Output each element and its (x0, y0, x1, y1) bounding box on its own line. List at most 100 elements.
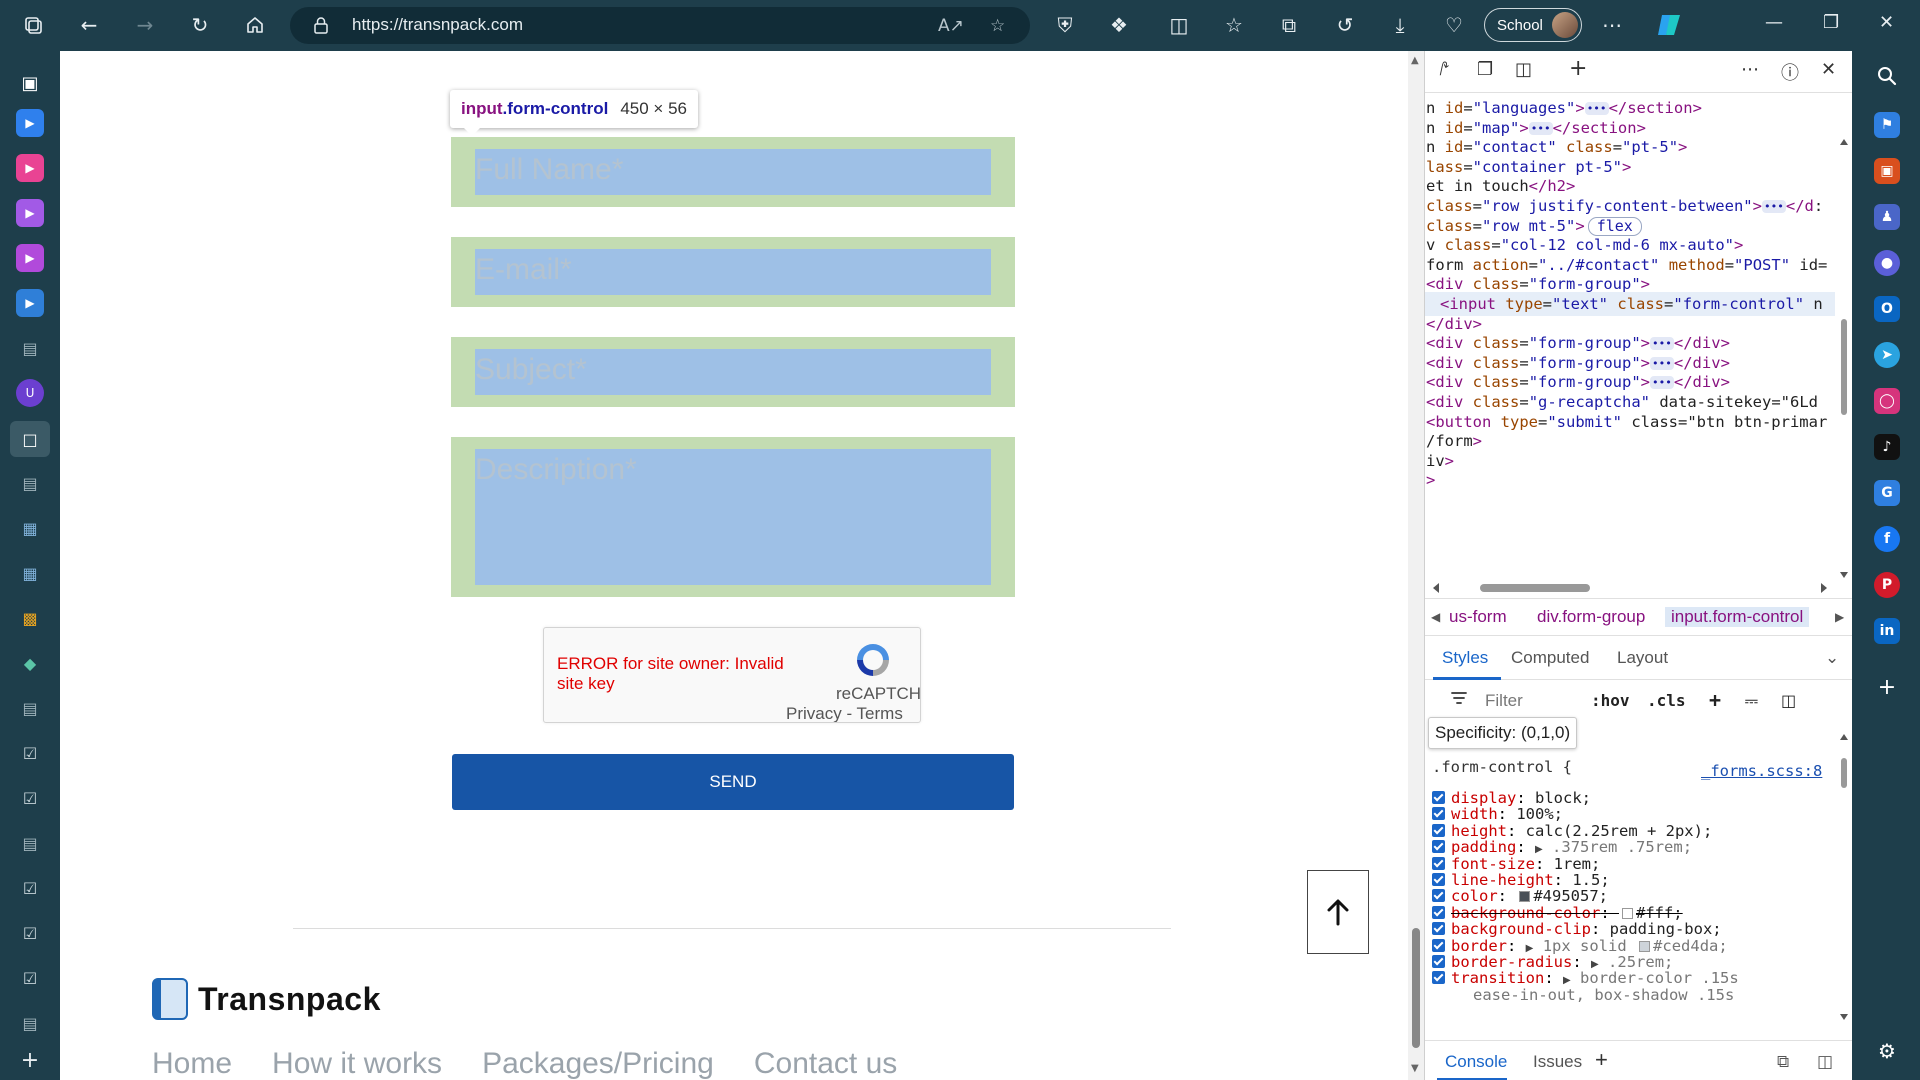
tab-layout[interactable]: Layout (1617, 648, 1668, 668)
split-screen-icon[interactable]: ◫ (1164, 10, 1194, 40)
breadcrumb-item[interactable]: us-form (1449, 607, 1507, 627)
sidebar-panel-icon[interactable]: ▣ (16, 69, 44, 97)
send-button[interactable]: SEND (452, 754, 1014, 810)
cls-toggle[interactable]: .cls (1647, 691, 1686, 710)
new-tab-icon[interactable]: + (16, 1046, 44, 1074)
inspect-element-icon[interactable]: ⭚ (1439, 59, 1449, 80)
read-aloud-icon[interactable]: A↗ (938, 16, 964, 36)
collapsed-node-ellipsis[interactable]: ••• (1650, 337, 1674, 351)
declaration-checkbox[interactable] (1432, 873, 1445, 886)
facebook-icon[interactable]: f (1874, 526, 1900, 552)
more-menu-icon[interactable]: ⋯ (1597, 10, 1627, 40)
tab-console[interactable]: Console (1445, 1052, 1507, 1072)
hov-toggle[interactable]: :hov (1591, 691, 1630, 710)
address-bar[interactable]: https://transnpack.com A↗ ☆ (290, 7, 1030, 44)
forward-icon[interactable]: → (130, 10, 160, 40)
tab-video-1-icon[interactable]: ▶ (16, 109, 44, 137)
add-sidebar-app-icon[interactable]: + (1874, 674, 1900, 700)
subject-input[interactable]: Subject* (451, 337, 1015, 407)
profile-button[interactable]: School (1484, 8, 1582, 42)
collapsed-node-ellipsis[interactable]: ••• (1761, 200, 1786, 213)
declaration-checkbox[interactable] (1432, 823, 1445, 837)
tab-page-2-icon[interactable]: ▤ (16, 469, 44, 497)
pinterest-icon[interactable]: P (1874, 572, 1900, 598)
breadcrumb-item[interactable]: div.form-group (1537, 607, 1645, 627)
games-icon[interactable]: ♟ (1874, 204, 1900, 230)
tab-video-4-icon[interactable]: ▶ (16, 244, 44, 272)
lock-icon[interactable] (312, 16, 330, 34)
settings-gear-icon[interactable]: ⚙ (1874, 1038, 1900, 1064)
dom-node-selected[interactable]: <input type="text" class="form-control" … (1425, 292, 1835, 316)
breadcrumb-item-current[interactable]: input.form-control (1665, 607, 1810, 627)
declaration-checkbox[interactable] (1432, 971, 1445, 985)
back-icon[interactable]: ← (74, 10, 104, 40)
favorite-star-icon[interactable]: ☆ (990, 16, 1005, 36)
tab-issues[interactable]: Issues (1533, 1052, 1582, 1072)
collapsed-node-ellipsis[interactable]: ••• (1650, 376, 1674, 390)
tab-page-icon[interactable]: ▤ (16, 334, 44, 362)
instagram-icon[interactable]: ◯ (1874, 388, 1900, 414)
declaration-checkbox[interactable] (1432, 856, 1445, 870)
outlook-icon[interactable]: O (1874, 296, 1900, 322)
telegram-icon[interactable]: ➤ (1874, 342, 1900, 368)
rule-source-link[interactable]: _forms.scss:8 (1701, 762, 1822, 780)
tab-active-doc-icon[interactable]: □ (10, 421, 50, 457)
linkedin-icon[interactable]: in (1874, 618, 1900, 644)
extensions-icon[interactable]: ❖ (1104, 10, 1134, 40)
tab-chart-1-icon[interactable]: ▦ (16, 514, 44, 542)
search-icon[interactable] (1874, 63, 1900, 89)
collapsed-node-ellipsis[interactable]: ••• (1650, 356, 1674, 370)
declaration-checkbox[interactable] (1432, 922, 1445, 936)
tab-video-5-icon[interactable]: ▶ (16, 289, 44, 317)
shield-icon[interactable]: ⛨ (1050, 10, 1080, 40)
tab-chart-2-icon[interactable]: ▦ (16, 559, 44, 587)
css-rule-form-control[interactable]: .form-control { _forms.scss:8 display: b… (1425, 754, 1835, 1080)
home-icon[interactable] (240, 10, 270, 40)
tab-check-3-icon[interactable]: ☑ (16, 874, 44, 902)
declaration-checkbox[interactable] (1432, 905, 1445, 919)
declaration-checkbox[interactable] (1432, 938, 1445, 952)
restore-icon[interactable]: ❐ (1823, 12, 1839, 33)
scroll-down-arrow-icon[interactable]: ▼ (1411, 1063, 1419, 1074)
tab-actions-icon[interactable] (18, 10, 48, 40)
footer-link-home[interactable]: Home (152, 1047, 232, 1080)
page-scrollbar[interactable]: ▲ ▼ (1408, 51, 1424, 1080)
declaration-checkbox[interactable] (1432, 791, 1445, 804)
tab-app-u-icon[interactable]: U (16, 379, 44, 407)
tab-check-4-icon[interactable]: ☑ (16, 919, 44, 947)
tab-page-3-icon[interactable]: ▤ (16, 694, 44, 722)
close-devtools-icon[interactable]: ✕ (1821, 59, 1836, 80)
elements-dom-tree[interactable]: n id="languages"> ••• </section> n id="map"… (1425, 93, 1835, 598)
shopping-tag-icon[interactable]: ⚑ (1874, 112, 1900, 138)
refresh-icon[interactable]: ↻ (185, 10, 215, 40)
declaration-checkbox[interactable] (1432, 807, 1445, 821)
collections-icon[interactable]: ⧉ (1274, 10, 1304, 40)
privacy-link[interactable]: Privacy (786, 704, 842, 722)
close-window-icon[interactable]: ✕ (1879, 12, 1894, 33)
description-textarea[interactable]: Description* (451, 437, 1015, 597)
tab-video-3-icon[interactable]: ▶ (16, 199, 44, 227)
footer-link-contact[interactable]: Contact us (754, 1047, 897, 1080)
tab-computed[interactable]: Computed (1511, 648, 1589, 668)
computed-sidebar-icon[interactable]: ◫ (1781, 691, 1796, 710)
dom-vertical-scrollbar[interactable] (1835, 93, 1852, 598)
microsoft-365-icon[interactable]: ● (1874, 250, 1900, 276)
dom-node[interactable]: <button type="submit" class="btn btn-pri… (1426, 410, 1827, 434)
favorites-icon[interactable]: ☆ (1219, 10, 1249, 40)
devtools-more-icon[interactable]: ⋯ (1741, 59, 1759, 80)
dock-side-icon[interactable]: ◫ (1515, 59, 1532, 80)
add-tool-icon[interactable]: + (1569, 56, 1587, 81)
help-icon[interactable]: ⓘ (1781, 59, 1799, 85)
dom-node[interactable]: > (1426, 468, 1435, 492)
scroll-to-top-button[interactable] (1307, 870, 1369, 954)
breadcrumb-scroll-right-icon[interactable]: ▶ (1835, 610, 1844, 624)
new-rule-icon[interactable]: + (1709, 688, 1721, 712)
terms-link[interactable]: Terms (857, 704, 903, 722)
tab-video-2-icon[interactable]: ▶ (16, 154, 44, 182)
footer-link-packages[interactable]: Packages/Pricing (482, 1047, 714, 1080)
dom-horizontal-scrollbar[interactable] (1425, 578, 1835, 598)
translator-icon[interactable]: G (1874, 480, 1900, 506)
footer-link-how-it-works[interactable]: How it works (272, 1047, 442, 1080)
tab-check-1-icon[interactable]: ☑ (16, 739, 44, 767)
drawer-dock-icon[interactable]: ⧉ (1777, 1052, 1789, 1072)
